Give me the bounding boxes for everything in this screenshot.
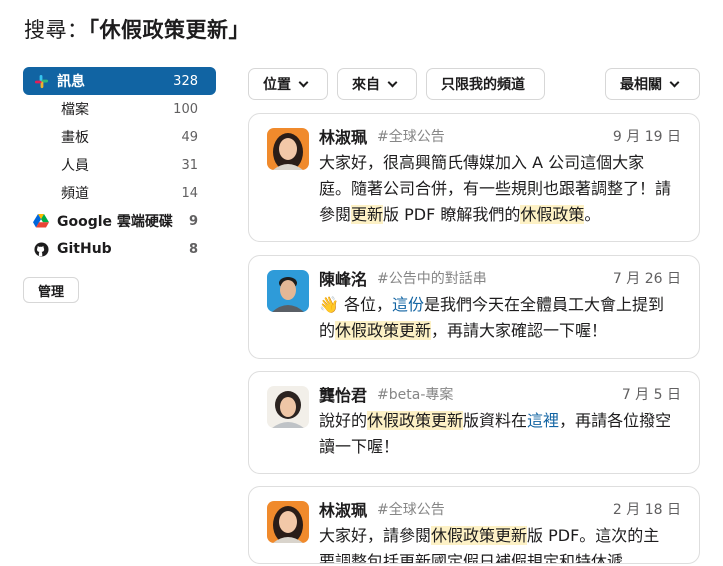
sort-dropdown[interactable]: 最相關 bbox=[605, 68, 700, 100]
channel-name[interactable]: #公告中的對話串 bbox=[377, 268, 487, 288]
manage-button[interactable]: 管理 bbox=[23, 277, 80, 303]
filter-label: 位置 bbox=[263, 77, 291, 93]
search-result-card[interactable]: 陳峰洺 #公告中的對話串 7 月 26 日 👋 各位，這份是我們今天在全體員工大… bbox=[248, 255, 700, 359]
sidebar-item-count: 8 bbox=[188, 241, 198, 257]
message-date: 2 月 18 日 bbox=[612, 502, 681, 518]
github-icon bbox=[33, 241, 49, 257]
sidebar-item-people[interactable]: 人員 31 bbox=[23, 151, 216, 179]
avatar[interactable] bbox=[267, 128, 309, 170]
sidebar-item-count: 31 bbox=[181, 157, 198, 173]
sidebar-item-channels[interactable]: 頻道 14 bbox=[23, 179, 216, 207]
from-filter-button[interactable]: 來自 bbox=[337, 68, 417, 100]
sidebar-item-github[interactable]: GitHub 8 bbox=[23, 235, 216, 263]
sidebar-item-label: 頻道 bbox=[61, 186, 89, 202]
search-prefix: 搜尋： bbox=[24, 18, 89, 42]
filter-label: 來自 bbox=[352, 77, 380, 93]
highlighted-term: 休假政策 bbox=[520, 205, 585, 224]
message-date: 7 月 26 日 bbox=[612, 271, 681, 287]
text-segment: 版資料在 bbox=[463, 411, 528, 430]
text-segment: 說好的 bbox=[319, 411, 368, 430]
highlighted-term: 休假政策更新 bbox=[335, 321, 432, 340]
search-title: 搜尋：「休假政策更新」 bbox=[24, 14, 250, 44]
sidebar-item-label: 人員 bbox=[61, 158, 89, 174]
author-name[interactable]: 林淑珮 bbox=[319, 124, 367, 148]
sidebar-item-canvases[interactable]: 畫板 49 bbox=[23, 123, 216, 151]
message-header: 陳峰洺 #公告中的對話串 7 月 26 日 bbox=[319, 267, 681, 289]
avatar[interactable] bbox=[267, 501, 309, 543]
message-link[interactable]: 這份 bbox=[392, 295, 424, 314]
channel-name[interactable]: #全球公告 bbox=[377, 126, 445, 146]
message-text: 大家好，請參閱休假政策更新版 PDF。這次的主要調整包括更新國定假日補假規定和特… bbox=[319, 523, 673, 563]
message-text: 👋 各位，這份是我們今天在全體員工大會上提到的休假政策更新，再請大家確認一下喔！ bbox=[319, 292, 673, 344]
text-segment: ，再請大家確認一下喔！ bbox=[431, 321, 608, 340]
sidebar-item-count: 328 bbox=[173, 73, 198, 89]
message-text: 大家好，很高興簡氏傳媒加入 A 公司這個大家庭。隨著公司合併，有一些規則也跟著調… bbox=[319, 150, 673, 228]
search-result-card[interactable]: 龔怡君 #beta-專案 7 月 5 日 說好的休假政策更新版資料在這裡，再請各… bbox=[248, 371, 700, 474]
sidebar-item-count: 49 bbox=[181, 129, 198, 145]
message-date: 9 月 19 日 bbox=[612, 129, 681, 145]
filter-label: 最相關 bbox=[620, 77, 662, 93]
text-segment: 。 bbox=[584, 205, 601, 224]
sidebar-item-label: 訊息 bbox=[57, 74, 85, 90]
message-header: 龔怡君 #beta-專案 7 月 5 日 bbox=[319, 383, 681, 405]
avatar[interactable] bbox=[267, 270, 309, 312]
slack-icon bbox=[33, 73, 49, 89]
highlighted-term: 休假政策更新 bbox=[431, 526, 528, 545]
wave-emoji-icon: 👋 bbox=[319, 295, 339, 314]
sidebar-item-label: 檔案 bbox=[61, 102, 89, 118]
message-header: 林淑珮 #全球公告 9 月 19 日 bbox=[319, 125, 681, 147]
filter-label: 只限我的頻道 bbox=[441, 77, 525, 93]
text-segment: 版 PDF 瞭解我們的 bbox=[383, 205, 521, 224]
my-channels-only-toggle[interactable]: 只限我的頻道 bbox=[426, 68, 545, 100]
sidebar-item-label: GitHub bbox=[57, 241, 112, 257]
sidebar-item-files[interactable]: 檔案 100 bbox=[23, 95, 216, 123]
highlighted-term: 更新 bbox=[351, 205, 384, 224]
message-header: 林淑珮 #全球公告 2 月 18 日 bbox=[319, 498, 681, 520]
text-segment: 各位， bbox=[338, 295, 393, 314]
sidebar-item-label: 畫板 bbox=[61, 130, 89, 146]
location-filter-button[interactable]: 位置 bbox=[248, 68, 328, 100]
text-segment: 大家好，請參閱 bbox=[319, 526, 432, 545]
results-category-sidebar: 訊息 328 檔案 100 畫板 49 人員 31 頻道 14 Google 雲… bbox=[23, 67, 216, 263]
message-date: 7 月 5 日 bbox=[621, 387, 681, 403]
sidebar-item-count: 100 bbox=[173, 101, 198, 117]
search-result-card[interactable]: 林淑珮 #全球公告 2 月 18 日 大家好，請參閱休假政策更新版 PDF。這次… bbox=[248, 486, 700, 564]
author-name[interactable]: 陳峰洺 bbox=[319, 266, 367, 290]
highlighted-term: 休假政策更新 bbox=[367, 411, 464, 430]
avatar[interactable] bbox=[267, 386, 309, 428]
sidebar-item-count: 14 bbox=[181, 185, 198, 201]
sidebar-item-count: 9 bbox=[188, 213, 198, 229]
channel-name[interactable]: #beta-專案 bbox=[377, 384, 453, 404]
author-name[interactable]: 林淑珮 bbox=[319, 497, 367, 521]
message-text: 說好的休假政策更新版資料在這裡，再請各位撥空讀一下喔！ bbox=[319, 408, 673, 460]
search-query: 「休假政策更新」 bbox=[88, 18, 250, 42]
sidebar-item-google-drive[interactable]: Google 雲端硬碟 9 bbox=[23, 207, 216, 235]
channel-name[interactable]: #全球公告 bbox=[377, 499, 445, 519]
message-link[interactable]: 這裡 bbox=[527, 411, 559, 430]
search-result-card[interactable]: 林淑珮 #全球公告 9 月 19 日 大家好，很高興簡氏傳媒加入 A 公司這個大… bbox=[248, 113, 700, 242]
chevron-down-icon bbox=[387, 77, 398, 87]
chevron-down-icon bbox=[298, 77, 309, 87]
author-name[interactable]: 龔怡君 bbox=[319, 382, 367, 406]
google-drive-icon bbox=[33, 213, 49, 229]
sidebar-item-label: Google 雲端硬碟 bbox=[57, 214, 173, 230]
sidebar-item-messages[interactable]: 訊息 328 bbox=[23, 67, 216, 95]
chevron-down-icon bbox=[669, 77, 680, 87]
